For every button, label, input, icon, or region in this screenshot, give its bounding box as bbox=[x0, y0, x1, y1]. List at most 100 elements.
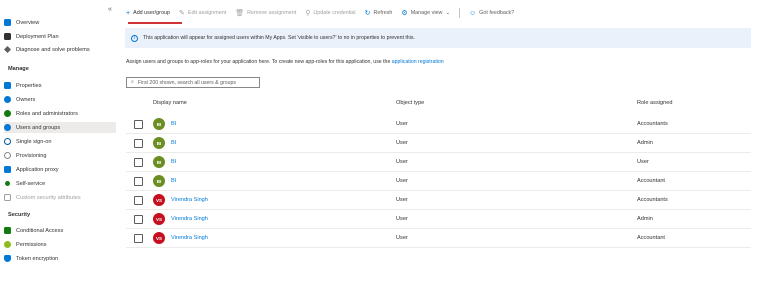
sidebar-item-label: Owners bbox=[16, 96, 36, 103]
sso-icon bbox=[4, 138, 11, 145]
avatar: VS bbox=[153, 213, 165, 225]
sidebar-item-diagnose[interactable]: Diagnose and solve problems bbox=[4, 44, 116, 55]
feedback-button[interactable]: ☺ Got feedback? bbox=[469, 10, 514, 17]
sidebar-item-self-service[interactable]: Self-service bbox=[4, 178, 116, 189]
self-service-icon bbox=[5, 181, 10, 186]
sidebar-item-label: Properties bbox=[16, 82, 42, 89]
object-type: User bbox=[396, 216, 408, 222]
user-name-link[interactable]: Virendra Singh bbox=[171, 235, 208, 241]
sidebar-item-permissions[interactable]: Permissions bbox=[4, 239, 116, 250]
avatar: BI bbox=[153, 118, 165, 130]
feedback-label: Got feedback? bbox=[479, 10, 515, 16]
sidebar-item-label: Roles and administrators bbox=[16, 110, 78, 117]
info-icon: i bbox=[131, 34, 138, 42]
header-display-name[interactable]: Display name bbox=[153, 100, 187, 106]
manage-view-button[interactable]: ⚙ Manage view ⌄ bbox=[401, 10, 450, 17]
key-icon: ⚲ bbox=[305, 9, 311, 17]
users-groups-icon bbox=[4, 124, 11, 131]
row-checkbox[interactable] bbox=[134, 120, 143, 129]
edit-assignment-button[interactable]: ✎ Edit assignment bbox=[179, 10, 226, 17]
app-proxy-icon bbox=[4, 166, 11, 173]
roles-icon bbox=[4, 110, 11, 117]
avatar: VS bbox=[153, 232, 165, 244]
role-assigned: Accountants bbox=[637, 121, 668, 127]
role-assigned: Accountants bbox=[637, 197, 668, 203]
role-assigned: Admin bbox=[637, 140, 653, 146]
table-row[interactable]: VS Virendra Singh User Accountant bbox=[126, 229, 751, 248]
object-type: User bbox=[396, 235, 408, 241]
deployment-plan-icon bbox=[4, 33, 11, 40]
sidebar-item-label: Single sign-on bbox=[16, 138, 52, 145]
table-row[interactable]: VS Virendra Singh User Admin bbox=[126, 210, 751, 229]
token-encryption-icon bbox=[4, 255, 11, 262]
sidebar-item-users-groups[interactable]: Users and groups bbox=[4, 122, 116, 133]
update-credential-button[interactable]: ⚲ Update credential bbox=[305, 10, 355, 17]
collapse-sidebar-icon[interactable]: « bbox=[108, 6, 112, 13]
header-object-type[interactable]: Object type bbox=[396, 100, 424, 106]
sidebar-item-provisioning[interactable]: Provisioning bbox=[4, 150, 116, 161]
table-row[interactable]: VS Virendra Singh User Accountants bbox=[126, 191, 751, 210]
sidebar-item-label: Diagnose and solve problems bbox=[16, 46, 90, 53]
sidebar-item-label: Application proxy bbox=[16, 166, 59, 173]
remove-assignment-button[interactable]: 🗑 Remove assignment bbox=[235, 10, 296, 17]
object-type: User bbox=[396, 197, 408, 203]
role-assigned: Accountant bbox=[637, 235, 665, 241]
avatar: BI bbox=[153, 175, 165, 187]
feedback-icon: ☺ bbox=[468, 9, 477, 17]
row-checkbox[interactable] bbox=[134, 215, 143, 224]
conditional-access-icon bbox=[4, 227, 11, 234]
user-name-link[interactable]: BI bbox=[171, 140, 176, 146]
object-type: User bbox=[396, 121, 408, 127]
row-checkbox[interactable] bbox=[134, 139, 143, 148]
table-row[interactable]: BI BI User Admin bbox=[126, 134, 751, 153]
sidebar-item-token-encryption[interactable]: Token encryption bbox=[4, 253, 116, 264]
add-user-group-button[interactable]: + Add user/group bbox=[126, 10, 170, 17]
sidebar-item-sso[interactable]: Single sign-on bbox=[4, 136, 116, 147]
sidebar-item-overview[interactable]: Overview bbox=[4, 17, 116, 28]
sidebar-item-conditional-access[interactable]: Conditional Access bbox=[4, 225, 116, 236]
sidebar-item-custom-attributes[interactable]: Custom security attributes bbox=[4, 192, 116, 203]
toolbar-divider bbox=[458, 8, 460, 18]
sidebar-item-app-proxy[interactable]: Application proxy bbox=[4, 164, 116, 175]
role-assigned: User bbox=[637, 159, 649, 165]
table-row[interactable]: BI BI User Accountant bbox=[126, 172, 751, 191]
avatar: BI bbox=[153, 137, 165, 149]
sidebar-item-label: Overview bbox=[16, 19, 40, 26]
info-text: This application will appear for assigne… bbox=[143, 35, 415, 41]
sidebar-item-label: Permissions bbox=[16, 241, 47, 248]
owners-icon bbox=[4, 96, 11, 103]
user-name-link[interactable]: BI bbox=[171, 178, 176, 184]
sidebar-item-deployment-plan[interactable]: Deployment Plan bbox=[4, 31, 116, 42]
role-assigned: Admin bbox=[637, 216, 653, 222]
remove-assignment-label: Remove assignment bbox=[247, 10, 297, 16]
trash-icon: 🗑 bbox=[235, 9, 245, 17]
edit-assignment-label: Edit assignment bbox=[187, 10, 227, 16]
role-assigned: Accountant bbox=[637, 178, 665, 184]
refresh-button[interactable]: ↻ Refresh bbox=[365, 10, 393, 17]
header-role-assigned[interactable]: Role assigned bbox=[637, 100, 672, 106]
table-row[interactable]: BI BI User Accountants bbox=[126, 115, 751, 134]
info-banner: i This application will appear for assig… bbox=[125, 28, 751, 48]
row-checkbox[interactable] bbox=[134, 196, 143, 205]
user-name-link[interactable]: BI bbox=[171, 159, 176, 165]
sidebar-item-label: Users and groups bbox=[16, 124, 61, 131]
row-checkbox[interactable] bbox=[134, 158, 143, 167]
table-row[interactable]: BI BI User User bbox=[126, 153, 751, 172]
sidebar-item-owners[interactable]: Owners bbox=[4, 94, 116, 105]
manage-section-header: Manage bbox=[8, 66, 29, 72]
permissions-icon bbox=[4, 241, 11, 248]
object-type: User bbox=[396, 140, 408, 146]
sidebar-item-properties[interactable]: Properties bbox=[4, 80, 116, 91]
user-name-link[interactable]: Virendra Singh bbox=[171, 216, 208, 222]
sidebar-item-roles[interactable]: Roles and administrators bbox=[4, 108, 116, 119]
sidebar-item-label: Conditional Access bbox=[16, 227, 64, 234]
row-checkbox[interactable] bbox=[134, 177, 143, 186]
sidebar-item-label: Provisioning bbox=[16, 152, 47, 159]
app-registration-link[interactable]: application registration bbox=[392, 59, 444, 65]
gear-icon: ⚙ bbox=[401, 9, 408, 17]
user-name-link[interactable]: Virendra Singh bbox=[171, 197, 208, 203]
user-name-link[interactable]: BI bbox=[171, 121, 176, 127]
avatar: VS bbox=[153, 194, 165, 206]
search-box[interactable]: ⌕ First 200 shown, search all users & gr… bbox=[126, 77, 260, 88]
row-checkbox[interactable] bbox=[134, 234, 143, 243]
